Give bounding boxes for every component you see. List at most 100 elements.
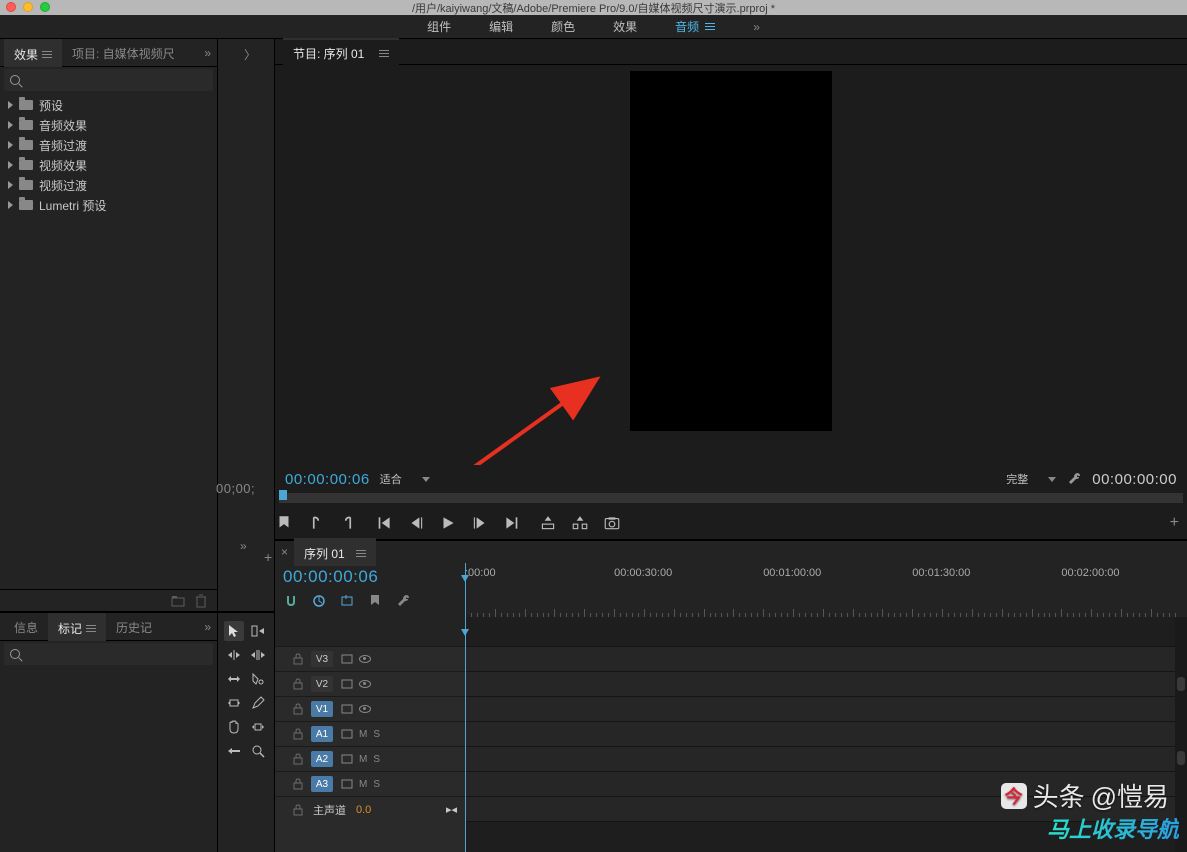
workspace-editing[interactable]: 编辑 xyxy=(489,18,513,35)
track-header-a3[interactable]: A3 MS xyxy=(275,772,465,797)
export-frame-button[interactable] xyxy=(603,514,621,532)
tree-item-lumetri[interactable]: Lumetri 预设 xyxy=(0,195,217,215)
timeline-settings-icon[interactable] xyxy=(395,593,411,609)
scrollbar-thumb[interactable] xyxy=(1177,677,1185,691)
track-header-master[interactable]: 主声道 0.0 ▸◂ xyxy=(275,797,465,822)
eye-icon[interactable] xyxy=(359,705,371,713)
track-badge[interactable]: V1 xyxy=(311,701,333,717)
extract-button[interactable] xyxy=(571,514,589,532)
source-add-button[interactable]: + xyxy=(264,549,272,565)
tab-program[interactable]: 节目: 序列 01 xyxy=(283,38,399,66)
panel-menu-icon[interactable] xyxy=(86,625,96,632)
play-button[interactable] xyxy=(439,514,457,532)
tree-item-audio-transitions[interactable]: 音频过渡 xyxy=(0,135,217,155)
lift-button[interactable] xyxy=(539,514,557,532)
maximize-window-button[interactable] xyxy=(40,2,50,12)
track-header-v1[interactable]: V1 xyxy=(275,697,465,722)
ripple-edit-tool[interactable] xyxy=(224,645,244,665)
rolling-edit-tool[interactable] xyxy=(248,645,268,665)
lock-icon[interactable] xyxy=(293,778,303,790)
solo-button[interactable]: S xyxy=(373,754,380,765)
tab-info[interactable]: 信息 xyxy=(4,614,48,640)
tab-effects[interactable]: 效果 xyxy=(4,39,62,67)
go-to-out-button[interactable] xyxy=(503,514,521,532)
track-header-v3[interactable]: V3 xyxy=(275,647,465,672)
tab-sequence[interactable]: 序列 01 xyxy=(294,538,376,566)
selection-tool[interactable] xyxy=(224,621,244,641)
add-marker-timeline[interactable] xyxy=(339,593,355,609)
markers-search-input[interactable] xyxy=(24,648,207,660)
workspace-assembly[interactable]: 组件 xyxy=(427,18,451,35)
linked-selection-toggle[interactable] xyxy=(311,593,327,609)
snap-toggle[interactable] xyxy=(283,593,299,609)
panel-menu-icon[interactable] xyxy=(42,51,52,58)
type-tool[interactable] xyxy=(224,741,244,761)
mute-button[interactable]: M xyxy=(359,729,367,740)
hand-tool[interactable] xyxy=(224,717,244,737)
tab-overflow-icon[interactable]: » xyxy=(204,46,211,60)
timeline-timecode[interactable]: 00:00:00:06 xyxy=(283,567,457,587)
tree-item-audio-effects[interactable]: 音频效果 xyxy=(0,115,217,135)
minimize-window-button[interactable] xyxy=(23,2,33,12)
go-to-in-button[interactable] xyxy=(375,514,393,532)
mute-button[interactable]: M xyxy=(359,779,367,790)
rate-stretch-tool[interactable] xyxy=(224,669,244,689)
track-badge[interactable]: V2 xyxy=(311,676,333,692)
markers-search[interactable] xyxy=(4,643,213,665)
toggle-output-icon[interactable] xyxy=(341,679,353,689)
tab-markers[interactable]: 标记 xyxy=(48,613,106,641)
scrollbar-thumb[interactable] xyxy=(1177,751,1185,765)
timeline-marker-icon[interactable] xyxy=(367,593,383,609)
pen-tool[interactable] xyxy=(248,693,268,713)
new-bin-icon[interactable] xyxy=(171,595,185,607)
track-select-tool[interactable] xyxy=(248,621,268,641)
tree-item-video-transitions[interactable]: 视频过渡 xyxy=(0,175,217,195)
solo-button[interactable]: S xyxy=(373,729,380,740)
toggle-output-icon[interactable] xyxy=(341,779,353,789)
program-viewport[interactable] xyxy=(275,65,1187,465)
track-header-a2[interactable]: A2 MS xyxy=(275,747,465,772)
track-badge[interactable]: V3 xyxy=(311,651,333,667)
effects-search-input[interactable] xyxy=(24,74,207,86)
slide-tool[interactable] xyxy=(248,717,268,737)
zoom-tool[interactable] xyxy=(248,741,268,761)
workspace-audio[interactable]: 音频 xyxy=(675,18,715,35)
program-scrubber[interactable] xyxy=(275,493,1187,507)
lock-icon[interactable] xyxy=(293,653,303,665)
track-badge[interactable]: A3 xyxy=(311,776,333,792)
lock-icon[interactable] xyxy=(293,703,303,715)
source-tab-fragment[interactable]: 〉 xyxy=(238,43,262,66)
solo-button[interactable]: S xyxy=(373,779,380,790)
track-header-v2[interactable]: V2 xyxy=(275,672,465,697)
slip-tool[interactable] xyxy=(224,693,244,713)
timeline-playhead[interactable] xyxy=(465,563,466,617)
track-header-a1[interactable]: A1 MS xyxy=(275,722,465,747)
trash-icon[interactable] xyxy=(195,594,207,608)
mark-in-button[interactable] xyxy=(307,514,325,532)
program-timecode-in[interactable]: 00:00:00:06 xyxy=(285,471,370,488)
workspace-color[interactable]: 颜色 xyxy=(551,18,575,35)
wrench-icon[interactable] xyxy=(1066,471,1082,487)
mute-button[interactable]: M xyxy=(359,754,367,765)
lock-icon[interactable] xyxy=(293,804,303,816)
panel-menu-icon[interactable] xyxy=(356,550,366,557)
timeline-ruler[interactable]: :00:0000:00:30:0000:01:00:0000:01:30:000… xyxy=(465,563,1175,617)
lock-icon[interactable] xyxy=(293,753,303,765)
razor-tool[interactable] xyxy=(248,669,268,689)
workspace-effects[interactable]: 效果 xyxy=(613,18,637,35)
button-editor[interactable]: + xyxy=(1170,514,1179,532)
toggle-output-icon[interactable] xyxy=(341,754,353,764)
toggle-output-icon[interactable] xyxy=(341,654,353,664)
toggle-output-icon[interactable] xyxy=(341,704,353,714)
track-badge[interactable]: A1 xyxy=(311,726,333,742)
close-window-button[interactable] xyxy=(6,2,16,12)
resolution-dropdown[interactable]: 完整 xyxy=(1006,471,1056,487)
workspace-overflow-icon[interactable] xyxy=(753,20,760,34)
add-marker-button[interactable] xyxy=(275,514,293,532)
panel-menu-icon[interactable] xyxy=(379,50,389,57)
tree-item-presets[interactable]: 预设 xyxy=(0,95,217,115)
master-value[interactable]: 0.0 xyxy=(356,804,371,816)
effects-search[interactable] xyxy=(4,69,213,91)
track-badge[interactable]: A2 xyxy=(311,751,333,767)
tree-item-video-effects[interactable]: 视频效果 xyxy=(0,155,217,175)
